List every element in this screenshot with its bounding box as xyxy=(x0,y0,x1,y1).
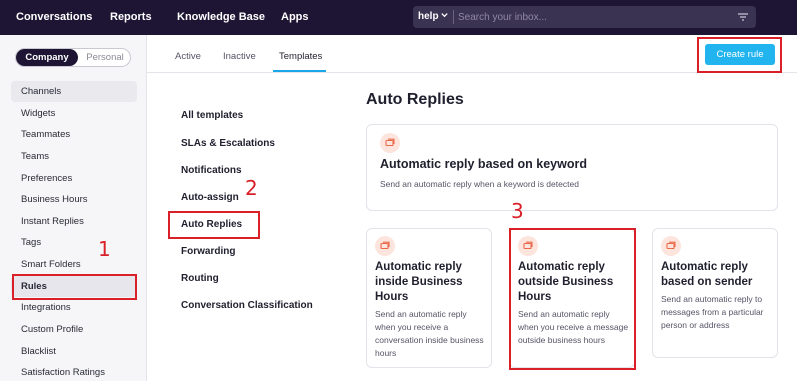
annotation-number-2: 2 xyxy=(245,176,258,200)
annotation-box-outside-hours-card xyxy=(509,228,636,370)
sidebar-item-business-hours[interactable]: Business Hours xyxy=(11,189,137,210)
template-card-inside-business-hours[interactable]: Automatic reply inside Business Hours Se… xyxy=(366,228,492,368)
sidebar-item-teammates[interactable]: Teammates xyxy=(11,124,137,145)
search-scope-select[interactable]: help xyxy=(418,11,439,22)
toggle-personal[interactable]: Personal xyxy=(80,49,130,66)
nav-apps[interactable]: Apps xyxy=(281,11,309,23)
card-description: Send an automatic reply to messages from… xyxy=(661,294,764,330)
top-nav-bar: Conversations Reports Knowledge Base App… xyxy=(0,0,797,35)
search-divider xyxy=(453,10,454,24)
card-description: Send an automatic reply when a keyword i… xyxy=(380,179,579,189)
category-slas-escalations[interactable]: SLAs & Escalations xyxy=(181,138,275,149)
reply-template-icon xyxy=(661,236,681,256)
template-card-based-on-sender[interactable]: Automatic reply based on sender Send an … xyxy=(652,228,778,358)
template-card-keyword[interactable]: Automatic reply based on keyword Send an… xyxy=(366,124,778,211)
nav-reports[interactable]: Reports xyxy=(110,11,152,23)
sidebar-item-channels[interactable]: Channels xyxy=(11,81,137,102)
annotation-number-1: 1 xyxy=(98,237,111,261)
search-bar: help xyxy=(413,6,756,28)
sidebar-item-integrations[interactable]: Integrations xyxy=(11,297,137,318)
page-title: Auto Replies xyxy=(366,91,464,108)
card-title: Automatic reply inside Business Hours xyxy=(375,261,463,303)
active-tab-indicator xyxy=(273,70,326,72)
sidebar-item-preferences[interactable]: Preferences xyxy=(11,168,137,189)
tab-templates[interactable]: Templates xyxy=(279,51,322,62)
category-conversation-classification[interactable]: Conversation Classification xyxy=(181,300,313,311)
settings-sidebar: Company Personal Channels Widgets Teamma… xyxy=(0,35,147,381)
annotation-box-create-rule xyxy=(697,37,782,73)
sidebar-item-tags[interactable]: Tags xyxy=(11,232,137,253)
nav-conversations[interactable]: Conversations xyxy=(16,11,92,23)
sidebar-item-smart-folders[interactable]: Smart Folders xyxy=(11,254,137,275)
annotation-box-auto-replies xyxy=(168,211,260,239)
card-title: Automatic reply based on keyword xyxy=(380,157,587,171)
search-input[interactable] xyxy=(458,9,728,25)
annotation-box-rules xyxy=(12,274,137,300)
category-all-templates[interactable]: All templates xyxy=(181,110,243,121)
reply-template-icon xyxy=(375,236,395,256)
sidebar-item-instant-replies[interactable]: Instant Replies xyxy=(11,211,137,232)
tab-inactive[interactable]: Inactive xyxy=(223,51,256,62)
category-forwarding[interactable]: Forwarding xyxy=(181,246,235,257)
tab-active[interactable]: Active xyxy=(175,51,201,62)
sidebar-item-widgets[interactable]: Widgets xyxy=(11,103,137,124)
toggle-company[interactable]: Company xyxy=(16,49,78,66)
card-description: Send an automatic reply when you receive… xyxy=(375,309,484,358)
nav-knowledge-base[interactable]: Knowledge Base xyxy=(177,11,265,23)
category-auto-assign[interactable]: Auto-assign xyxy=(181,192,239,203)
reply-template-icon xyxy=(380,133,400,153)
category-notifications[interactable]: Notifications xyxy=(181,165,242,176)
sidebar-item-custom-profile[interactable]: Custom Profile xyxy=(11,319,137,340)
filter-icon[interactable] xyxy=(737,11,749,23)
chevron-down-icon[interactable] xyxy=(440,10,449,19)
annotation-number-3: 3 xyxy=(511,199,524,223)
scope-toggle: Company Personal xyxy=(15,48,131,67)
sidebar-item-teams[interactable]: Teams xyxy=(11,146,137,167)
category-routing[interactable]: Routing xyxy=(181,273,219,284)
card-title: Automatic reply based on sender xyxy=(661,261,753,288)
sidebar-item-blacklist[interactable]: Blacklist xyxy=(11,341,137,362)
sidebar-item-satisfaction-ratings[interactable]: Satisfaction Ratings xyxy=(11,362,137,381)
